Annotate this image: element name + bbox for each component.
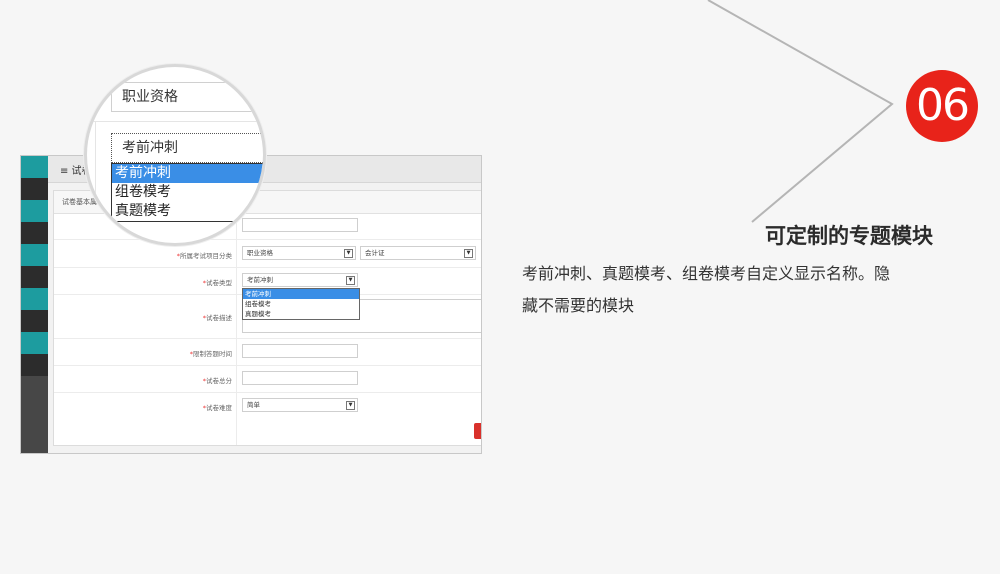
magnified-type-select[interactable]: 考前冲刺 bbox=[111, 133, 263, 163]
magnifier-lens: 职业资格 考前冲刺 考前冲刺 组卷模考 真题模考 bbox=[84, 64, 266, 246]
magnified-dropdown-option[interactable]: 组卷模考 bbox=[112, 183, 263, 202]
dropdown-option[interactable]: 组卷模考 bbox=[243, 299, 359, 309]
sidebar-item[interactable] bbox=[21, 266, 48, 288]
category-label: *所属考试项目分类 bbox=[176, 252, 232, 260]
form-row-difficulty: *试卷难度 简单 ▼ bbox=[54, 392, 481, 419]
form-row-time-limit: *限制答题时间 bbox=[54, 338, 481, 366]
magnified-type-dropdown: 考前冲刺 组卷模考 真题模考 bbox=[111, 163, 263, 222]
total-score-label: *试卷总分 bbox=[202, 377, 232, 385]
difficulty-label: *试卷难度 bbox=[202, 404, 232, 412]
chevron-down-icon: ▼ bbox=[346, 401, 355, 410]
chevron-down-icon: ▼ bbox=[344, 249, 353, 258]
chevron-down-icon: ▼ bbox=[346, 276, 355, 285]
feature-description-line-1: 考前冲刺、真题模考、组卷模考自定义显示名称。隐 bbox=[522, 264, 891, 283]
time-limit-label: *限制答题时间 bbox=[189, 350, 232, 358]
magnified-column-divider bbox=[95, 121, 96, 243]
sidebar-item[interactable] bbox=[21, 156, 48, 178]
submit-button[interactable] bbox=[474, 423, 481, 439]
difficulty-select[interactable]: 简单 ▼ bbox=[242, 398, 358, 412]
subcategory-select[interactable]: 会计证 ▼ bbox=[360, 246, 476, 260]
step-number-badge: 06 bbox=[906, 70, 978, 142]
feature-description-line-2: 藏不需要的模块 bbox=[522, 296, 635, 315]
sidebar-empty bbox=[21, 376, 48, 453]
dropdown-option[interactable]: 考前冲刺 bbox=[243, 289, 359, 299]
feature-title: 可定制的专题模块 bbox=[765, 224, 933, 248]
category-select[interactable]: 职业资格 ▼ bbox=[242, 246, 356, 260]
feature-description: 考前冲刺、真题模考、组卷模考自定义显示名称。隐 藏不需要的模块 bbox=[522, 258, 942, 322]
total-score-input[interactable] bbox=[242, 371, 358, 385]
sidebar-item[interactable] bbox=[21, 332, 48, 354]
dropdown-option[interactable]: 真题模考 bbox=[243, 309, 359, 319]
magnified-dropdown-option[interactable]: 考前冲刺 bbox=[112, 164, 263, 183]
type-label: *试卷类型 bbox=[202, 279, 232, 287]
sidebar-item[interactable] bbox=[21, 222, 48, 244]
description-label: *试卷描述 bbox=[202, 314, 232, 322]
app-sidebar bbox=[21, 156, 48, 453]
sidebar-item[interactable] bbox=[21, 178, 48, 200]
magnified-dropdown-option[interactable]: 真题模考 bbox=[112, 202, 263, 221]
sidebar-item[interactable] bbox=[21, 288, 48, 310]
magnified-category-select[interactable]: 职业资格 bbox=[111, 82, 263, 112]
sidebar-item[interactable] bbox=[21, 310, 48, 332]
sidebar-item[interactable] bbox=[21, 354, 48, 376]
sidebar-item[interactable] bbox=[21, 244, 48, 266]
time-limit-input[interactable] bbox=[242, 344, 358, 358]
magnified-row-divider bbox=[87, 121, 263, 122]
chevron-down-icon: ▼ bbox=[464, 249, 473, 258]
sidebar-item[interactable] bbox=[21, 200, 48, 222]
exam-form-panel: 试卷基本属 *所属考试项目分类 职业资格 ▼ 会计证 ▼ *试卷类型 考前冲刺 … bbox=[53, 190, 481, 446]
type-select[interactable]: 考前冲刺 ▼ bbox=[242, 273, 358, 287]
type-dropdown-list: 考前冲刺 组卷模考 真题模考 bbox=[242, 288, 360, 320]
form-row-total-score: *试卷总分 bbox=[54, 365, 481, 393]
panel-title: 试卷基本属 bbox=[62, 198, 97, 206]
form-row-category: *所属考试项目分类 职业资格 ▼ 会计证 ▼ bbox=[54, 239, 481, 268]
